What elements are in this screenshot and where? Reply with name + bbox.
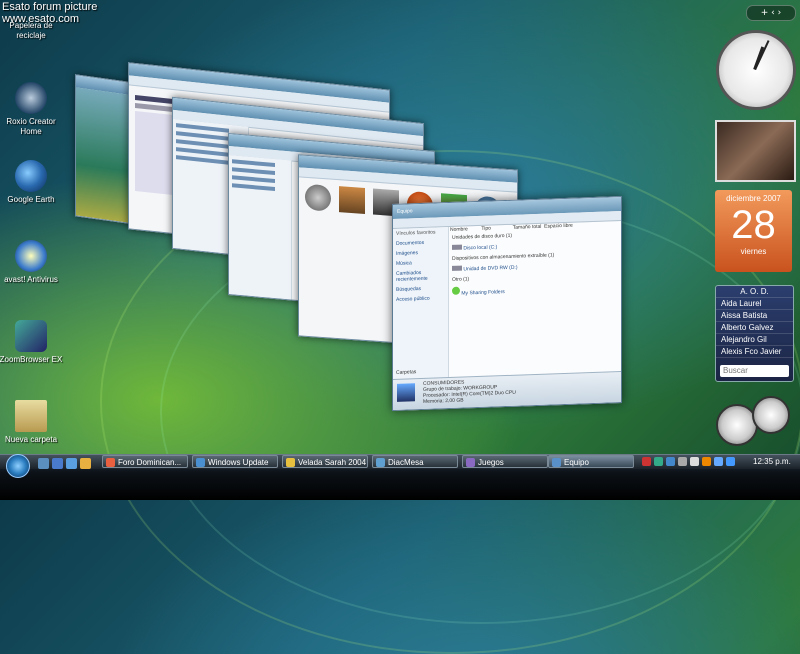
zoombrowser-icon — [15, 320, 47, 352]
google-earth-icon — [15, 160, 47, 192]
desktop-icon-avast[interactable]: avast! Antivirus — [0, 240, 66, 285]
taskbar-clock[interactable]: 12:35 p.m. — [753, 455, 791, 468]
column-header[interactable]: Tipo — [481, 225, 511, 232]
contacts-title: A. O. D. — [716, 286, 793, 298]
start-button[interactable] — [6, 454, 30, 478]
clock-minute-hand — [754, 40, 770, 70]
computer-icon — [552, 458, 561, 467]
taskbar-button-equipo[interactable]: Equipo — [548, 455, 634, 468]
clock-gadget[interactable] — [716, 30, 796, 110]
task-label: Juegos — [478, 458, 504, 467]
tray-icon[interactable] — [666, 457, 675, 466]
desktop-icon-label: ZoomBrowser EX — [0, 355, 63, 364]
details-pane: CONSUMIDORES Grupo de trabajo: WORKGROUP… — [393, 371, 621, 410]
item-label: My Sharing Folders — [461, 289, 505, 297]
desktop-icon-label: Roxio Creator Home — [6, 117, 56, 136]
taskbar-button-juegos[interactable]: Juegos — [462, 455, 548, 468]
windows-update-icon — [196, 458, 205, 467]
games-icon — [466, 458, 475, 467]
hard-drive-icon — [452, 244, 462, 250]
contact-item[interactable]: Aissa Batista — [716, 310, 793, 322]
quicklaunch-folder-icon[interactable] — [80, 458, 91, 469]
firefox-icon — [106, 458, 115, 467]
quicklaunch-ie-icon[interactable] — [66, 458, 77, 469]
sidebar-controls-label: + ‹ › — [760, 8, 782, 18]
roxio-icon — [15, 82, 47, 114]
game-icon — [305, 183, 331, 212]
folder-icon — [286, 458, 295, 467]
avast-icon — [15, 240, 47, 272]
task-label: Windows Update — [208, 458, 269, 467]
column-header[interactable]: Espacio libre — [544, 223, 574, 230]
contacts-search-input[interactable] — [720, 365, 789, 377]
desktop-icon-label: Google Earth — [7, 195, 55, 204]
desktop-icon-label: avast! Antivirus — [4, 275, 58, 284]
nav-item-acceso-publico[interactable]: Acceso público — [393, 293, 448, 305]
file-list: Nombre Tipo Tamaño total Espacio libre U… — [450, 221, 621, 378]
desktop-icon-recycle-bin[interactable]: Papelera de reciclaje — [0, 18, 66, 41]
contact-item[interactable]: Alberto Galvez — [716, 322, 793, 334]
tray-icon[interactable] — [714, 457, 723, 466]
window-sidebar — [229, 155, 292, 300]
quicklaunch-show-desktop-icon[interactable] — [38, 458, 49, 469]
quicklaunch-flip3d-icon[interactable] — [52, 458, 63, 469]
column-header[interactable]: Nombre — [450, 226, 480, 233]
task-label: Equipo — [564, 458, 589, 467]
calendar-weekday: viernes — [740, 247, 767, 256]
explorer-window-equipo[interactable]: Equipo Vínculos favoritos Documentos Imá… — [392, 195, 622, 412]
item-label: Unidad de DVD RW (D:) — [463, 264, 518, 273]
contact-item[interactable]: Alejandro Gil — [716, 334, 793, 346]
game-icon — [339, 186, 365, 214]
memory-meter-gadget[interactable] — [752, 396, 790, 434]
tray-icon[interactable] — [726, 457, 735, 466]
desktop-icon-new-folder[interactable]: Nueva carpeta — [0, 400, 66, 445]
nav-folders-toggle[interactable]: Carpetas — [393, 367, 419, 378]
calendar-day: 28 — [731, 203, 776, 247]
dvd-drive-icon — [452, 265, 462, 271]
volume-icon[interactable] — [690, 457, 699, 466]
navigation-pane: Vínculos favoritos Documentos Imágenes M… — [393, 227, 449, 380]
watermark-line1: Esato forum picture — [2, 1, 98, 13]
task-label: DiacMesa — [388, 458, 424, 467]
folder-icon — [15, 400, 47, 432]
contact-item[interactable]: Aida Laurel — [716, 298, 793, 310]
calendar-month: diciembre 2007 — [726, 194, 781, 203]
nav-item-recientes[interactable]: Cambiados recientemente — [393, 267, 448, 285]
taskbar-button-diacmesa[interactable]: DiacMesa — [372, 455, 458, 468]
tray-icon[interactable] — [702, 457, 711, 466]
sidebar-controls[interactable]: + ‹ › — [746, 5, 796, 21]
network-icon[interactable] — [678, 457, 687, 466]
calendar-gadget[interactable]: diciembre 2007 28 viernes — [715, 190, 792, 272]
tray-icon[interactable] — [642, 457, 651, 466]
slideshow-gadget[interactable] — [715, 120, 796, 182]
desktop-icon-zoombrowser[interactable]: ZoomBrowser EX — [0, 320, 66, 365]
taskbar-button-windows-update[interactable]: Windows Update — [192, 455, 278, 468]
taskbar-button-velada[interactable]: Velada Sarah 2004 — [282, 455, 368, 468]
sharing-folder-icon — [452, 286, 460, 295]
desktop-icon-label: Nueva carpeta — [4, 435, 58, 444]
taskbar-button-foro[interactable]: Foro Dominican... — [102, 455, 188, 468]
desktop-icon-label: Papelera de reciclaje — [9, 21, 53, 40]
window-title: Equipo — [397, 208, 413, 215]
contacts-gadget[interactable]: A. O. D. Aida Laurel Aissa Batista Alber… — [715, 285, 794, 382]
details-text: CONSUMIDORES Grupo de trabajo: WORKGROUP… — [393, 372, 621, 406]
desktop-icon-google-earth[interactable]: Google Earth — [0, 160, 66, 205]
task-label: Foro Dominican... — [118, 458, 182, 467]
computer-icon — [397, 383, 415, 402]
item-label: Disco local (C:) — [463, 244, 498, 252]
column-header[interactable]: Tamaño total — [513, 224, 543, 231]
tray-icon[interactable] — [654, 457, 663, 466]
task-label: Velada Sarah 2004 — [298, 458, 367, 467]
desktop-icon-roxio[interactable]: Roxio Creator Home — [0, 82, 66, 137]
app-icon — [376, 458, 385, 467]
contact-item[interactable]: Alexis Fco Javier — [716, 346, 793, 358]
